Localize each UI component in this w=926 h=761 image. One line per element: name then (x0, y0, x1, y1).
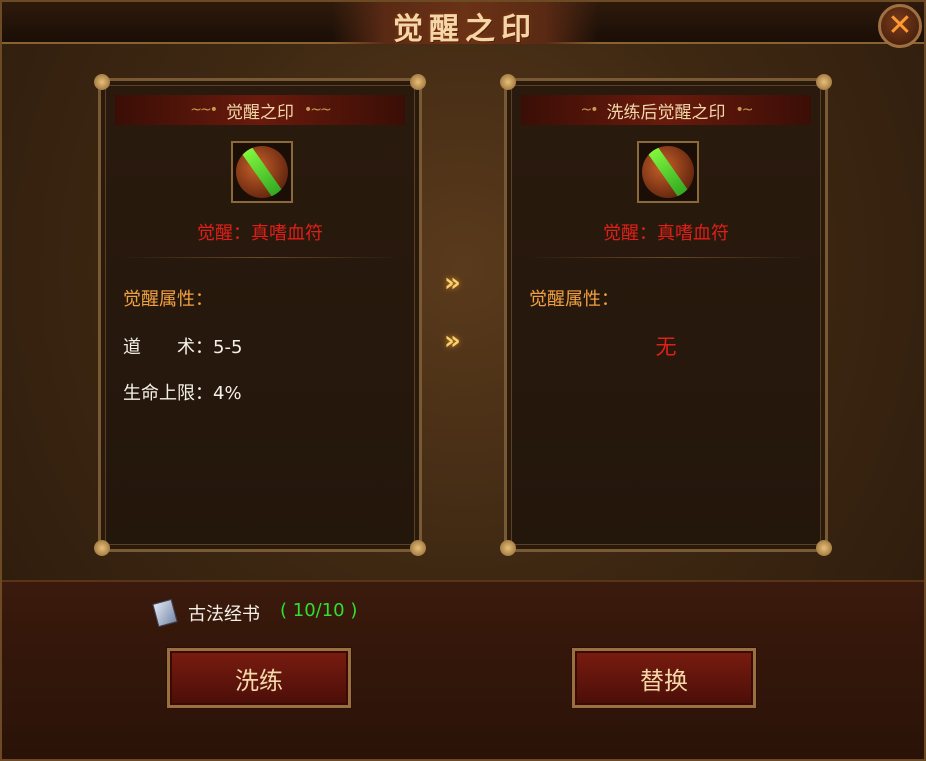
item-name: 觉醒：真嗜血符 (197, 223, 323, 244)
current-seal-panel: ~~• 觉醒之印 •~~ 觉醒：真嗜血符 觉醒属性： 道 术：5-5 生命上限：… (94, 74, 426, 556)
corner-ornament (94, 540, 110, 556)
stat-value: 4% (213, 383, 242, 404)
book-icon (150, 598, 180, 628)
divider (121, 257, 401, 258)
refine-button[interactable]: 洗练 (167, 648, 351, 708)
talisman-icon (642, 146, 694, 198)
book-shape (152, 598, 178, 628)
attr-heading: 觉醒属性： (123, 289, 213, 310)
panel-title: 觉醒之印 (226, 102, 294, 123)
panel-title: 洗练后觉醒之印 (606, 102, 726, 123)
corner-ornament (410, 540, 426, 556)
flourish-icon: ~• (580, 102, 599, 118)
flourish-icon: ~~• (190, 102, 218, 118)
no-attributes-text: 无 (655, 335, 677, 359)
stat-label: 道 术： (123, 337, 213, 358)
replace-button[interactable]: 替换 (572, 648, 756, 708)
corner-ornament (94, 74, 110, 90)
bottom-area (2, 580, 924, 759)
material-name: 古法经书 (188, 604, 260, 625)
arrow-right-icon: » (444, 268, 461, 298)
close-icon: ✕ (887, 8, 913, 43)
window-title: 觉醒之印 (393, 12, 537, 47)
stat-max-hp: 生命上限：4% (123, 379, 242, 405)
corner-ornament (500, 540, 516, 556)
refined-seal-panel: ~• 洗练后觉醒之印 •~ 觉醒：真嗜血符 觉醒属性： 无 (500, 74, 832, 556)
stat-label: 生命上限： (123, 383, 213, 404)
attr-heading: 觉醒属性： (529, 289, 619, 310)
corner-ornament (500, 74, 516, 90)
corner-ornament (816, 74, 832, 90)
panel-header: ~~• 觉醒之印 •~~ (115, 95, 405, 125)
stat-taoism: 道 术：5-5 (123, 333, 242, 359)
stat-value: 5-5 (213, 337, 243, 358)
material-count: ( 10/10 ) (280, 600, 358, 621)
corner-ornament (816, 540, 832, 556)
corner-ornament (410, 74, 426, 90)
arrow-right-icon: » (444, 326, 461, 356)
item-name: 觉醒：真嗜血符 (603, 223, 729, 244)
title-bar: 觉醒之印 (2, 2, 924, 47)
awakening-seal-window: 觉醒之印 ✕ ~~• 觉醒之印 •~~ 觉醒：真嗜血符 觉醒属性： 道 术：5-… (0, 0, 926, 761)
flourish-icon: •~ (735, 102, 754, 118)
item-slot[interactable] (637, 141, 699, 203)
item-slot[interactable] (231, 141, 293, 203)
close-button[interactable]: ✕ (878, 4, 922, 48)
panel-header: ~• 洗练后觉醒之印 •~ (521, 95, 811, 125)
flourish-icon: •~~ (304, 102, 332, 118)
talisman-icon (236, 146, 288, 198)
divider (527, 257, 807, 258)
